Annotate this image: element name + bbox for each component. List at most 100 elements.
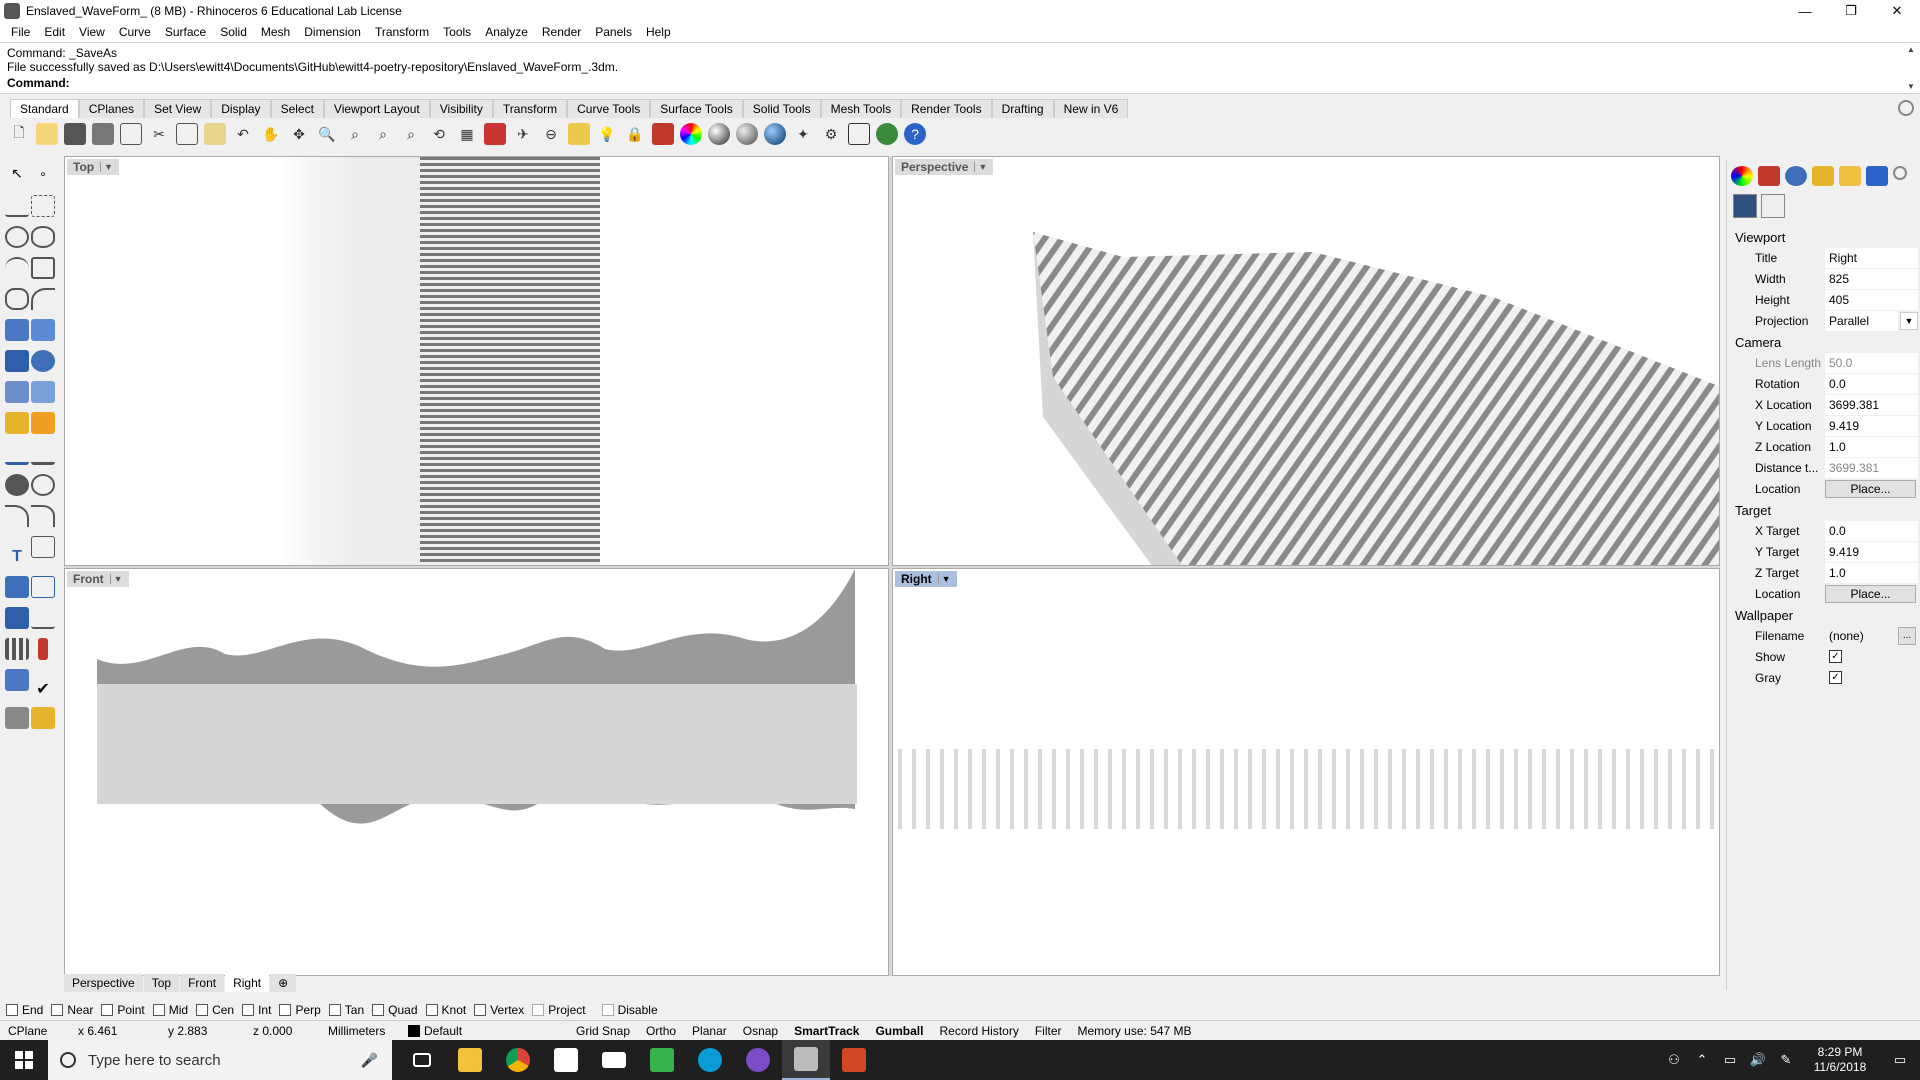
osnap-perp[interactable]: Perp	[279, 1003, 321, 1017]
fillet-icon[interactable]	[5, 505, 29, 527]
close-button[interactable]: ✕	[1874, 0, 1920, 22]
paste-icon[interactable]	[204, 123, 226, 145]
copy-icon[interactable]	[176, 123, 198, 145]
chevron-down-icon[interactable]: ▼	[100, 162, 113, 172]
light-bulb-icon[interactable]: 💡	[596, 123, 618, 145]
libraries-tab-icon[interactable]	[1839, 166, 1861, 186]
tab-viewport-layout[interactable]: Viewport Layout	[323, 99, 430, 118]
viewport-tab-front[interactable]: Front	[180, 974, 225, 992]
powerpoint-icon[interactable]	[830, 1040, 878, 1080]
tab-drafting[interactable]: Drafting	[991, 99, 1054, 118]
checkbox-icon[interactable]	[279, 1004, 292, 1016]
properties-tab-icon[interactable]	[1731, 166, 1753, 186]
mail-icon[interactable]	[590, 1040, 638, 1080]
viewport-perspective[interactable]: Perspective ▼	[892, 156, 1720, 566]
menu-tools[interactable]: Tools	[436, 25, 478, 39]
menu-help[interactable]: Help	[639, 25, 678, 39]
action-center-icon[interactable]: ▭	[1880, 1052, 1920, 1068]
toolbar-settings-gear-icon[interactable]	[1898, 100, 1914, 116]
menu-transform[interactable]: Transform	[368, 25, 436, 39]
help-icon[interactable]: ?	[904, 123, 926, 145]
osnap-tan[interactable]: Tan	[328, 1003, 364, 1017]
tab-select[interactable]: Select	[270, 99, 324, 118]
surface-icon[interactable]	[5, 319, 29, 341]
color-wheel-icon[interactable]	[680, 123, 702, 145]
polyline-icon[interactable]	[5, 195, 29, 217]
open-icon[interactable]	[36, 123, 58, 145]
add-viewport-icon[interactable]: ⊕	[270, 974, 297, 992]
checkbox-icon[interactable]	[101, 1004, 114, 1016]
options-icon[interactable]: ✦	[792, 123, 814, 145]
viewport-tab-top[interactable]: Top	[143, 974, 180, 992]
minimize-button[interactable]: —	[1782, 0, 1828, 22]
rhino-taskbar-icon[interactable]	[782, 1040, 830, 1080]
w-app-icon[interactable]	[686, 1040, 734, 1080]
zoom-selected-icon[interactable]: ⌕	[400, 123, 422, 145]
menu-render[interactable]: Render	[535, 25, 588, 39]
viewport-front-label[interactable]: Front ▼	[67, 571, 129, 587]
taskbar-clock[interactable]: 8:29 PM 11/6/2018	[1800, 1045, 1880, 1075]
chevron-down-icon[interactable]: ▼	[109, 574, 123, 584]
checkbox-icon[interactable]	[6, 1004, 18, 1016]
taskbar-search-box[interactable]: Type here to search 🎤	[48, 1040, 392, 1080]
osnap-mid[interactable]: Mid	[152, 1003, 188, 1017]
pan-hand-icon[interactable]: ✋	[260, 123, 282, 145]
tab-visibility[interactable]: Visibility	[429, 99, 493, 118]
rotate-view-icon[interactable]: ✥	[288, 123, 310, 145]
viewport-top[interactable]: Top ▼	[64, 156, 889, 566]
osnap-near[interactable]: Near	[51, 1003, 93, 1017]
tab-render-tools[interactable]: Render Tools	[901, 99, 992, 118]
plane-icon[interactable]: ✈	[512, 123, 534, 145]
file-explorer-icon[interactable]	[446, 1040, 494, 1080]
viewport-front[interactable]: Front ▼	[64, 568, 889, 976]
status-units[interactable]: Millimeters	[320, 1024, 400, 1038]
checkbox-icon[interactable]	[242, 1004, 255, 1016]
zoom-icon[interactable]: 🔍	[316, 123, 338, 145]
tab-display[interactable]: Display	[211, 99, 271, 118]
ellipse-icon[interactable]	[31, 226, 55, 248]
status-planar[interactable]: Planar	[684, 1024, 735, 1038]
checkbox-icon[interactable]	[372, 1004, 385, 1016]
status-smarttrack[interactable]: SmartTrack	[786, 1024, 867, 1038]
tab-curve-tools[interactable]: Curve Tools	[567, 99, 651, 118]
globe-icon[interactable]	[876, 123, 898, 145]
solid-union-icon[interactable]	[31, 350, 55, 372]
checkbox-icon[interactable]	[196, 1004, 209, 1016]
car-icon[interactable]	[484, 123, 506, 145]
target-place-button[interactable]: Place...	[1825, 584, 1916, 603]
menu-panels[interactable]: Panels	[588, 25, 639, 39]
prop-rotation-field[interactable]: 0.0	[1825, 373, 1918, 394]
osnap-quad[interactable]: Quad	[372, 1003, 418, 1017]
menu-mesh[interactable]: Mesh	[254, 25, 297, 39]
prop-xloc-field[interactable]: 3699.381	[1825, 394, 1918, 415]
freeform-curve-icon[interactable]	[31, 288, 55, 310]
tab-surface-tools[interactable]: Surface Tools	[650, 99, 743, 118]
panel-settings-gear-icon[interactable]	[1893, 166, 1907, 180]
menu-analyze[interactable]: Analyze	[478, 25, 535, 39]
tab-standard[interactable]: Standard	[10, 99, 79, 118]
status-cplane[interactable]: CPlane	[0, 1024, 70, 1038]
viewport-tab-perspective[interactable]: Perspective	[64, 974, 143, 992]
transform-icon[interactable]	[5, 607, 29, 629]
store-icon[interactable]	[542, 1040, 590, 1080]
osnap-vertex[interactable]: Vertex	[474, 1003, 524, 1017]
viewport-frame-icon[interactable]	[1761, 194, 1785, 218]
prop-yloc-field[interactable]: 9.419	[1825, 415, 1918, 436]
prop-ztarget-field[interactable]: 1.0	[1825, 562, 1918, 583]
tab-mesh-tools[interactable]: Mesh Tools	[820, 99, 902, 118]
restore-button[interactable]: ❐	[1828, 0, 1874, 22]
prop-projection-select[interactable]: Parallel	[1825, 310, 1898, 331]
checkbox-icon[interactable]	[532, 1004, 545, 1016]
gray-checkbox[interactable]: ✓	[1829, 671, 1842, 684]
viewport-perspective-label[interactable]: Perspective ▼	[895, 159, 994, 175]
menu-curve[interactable]: Curve	[112, 25, 158, 39]
render-sphere-icon[interactable]	[764, 123, 786, 145]
browse-button[interactable]: ...	[1898, 626, 1916, 645]
start-button[interactable]	[0, 1040, 48, 1080]
camera-icon[interactable]	[1733, 194, 1757, 218]
chevron-up-icon[interactable]: ⌃	[1688, 1052, 1716, 1068]
osnap-end[interactable]: End	[6, 1003, 43, 1017]
chevron-down-icon[interactable]: ▼	[974, 162, 987, 172]
chevron-down-icon[interactable]: ▼	[937, 574, 951, 584]
warning-icon[interactable]	[31, 707, 55, 729]
